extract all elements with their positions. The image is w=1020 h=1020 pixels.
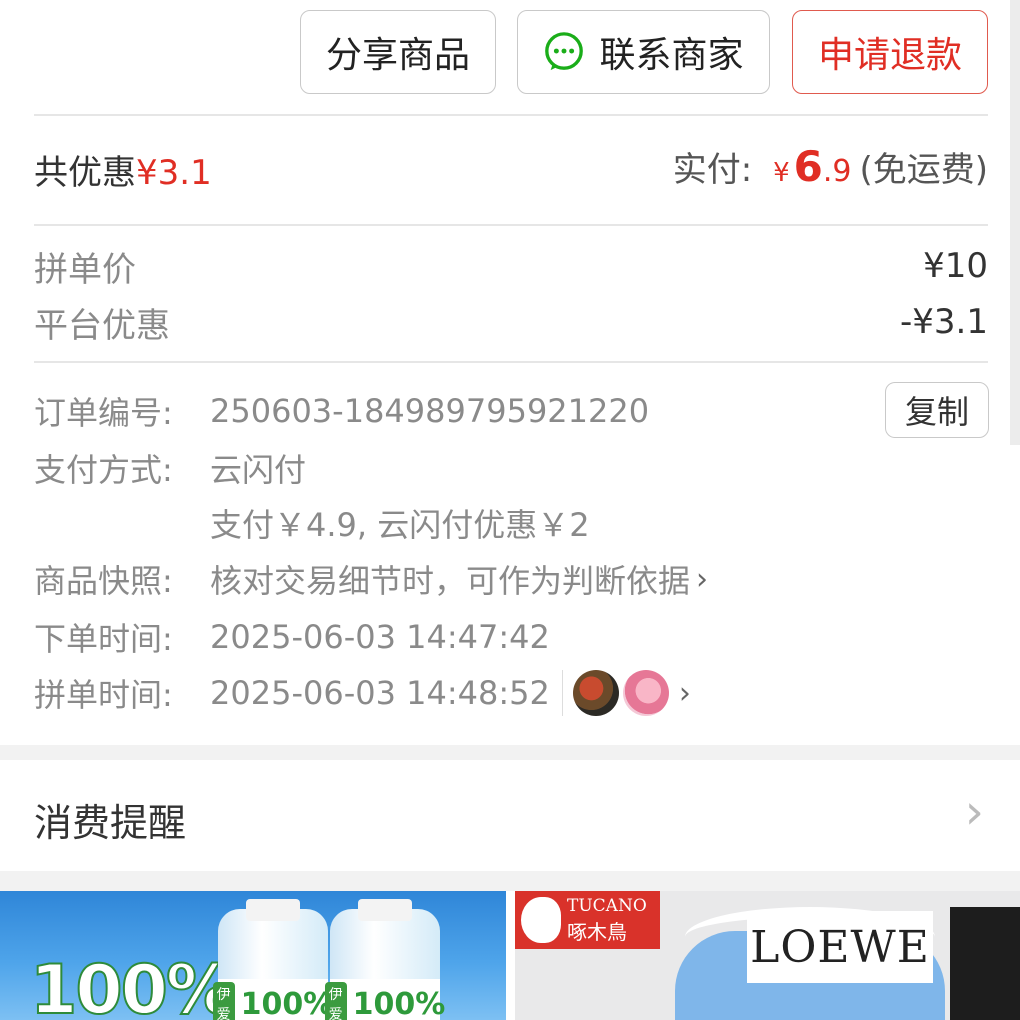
payment-detail-value: 支付￥4.9, 云闪付优惠￥2 [210,506,590,544]
payment-method-row: 支付方式: 云闪付 [34,446,306,490]
copy-order-number-button[interactable]: 复制 [885,382,989,438]
chevron-right-icon: › [696,561,709,597]
actual-paid-label: 实付: [672,150,764,190]
copy-label: 复制 [904,393,969,431]
bottle-brand: 伊爱 [212,982,235,1020]
chevron-right-icon: › [964,784,984,840]
paid-decimal: .9 [822,154,852,189]
shipping-note: (免运费) [859,150,988,190]
water-bottle-image: 伊爱 100% [324,899,445,1020]
divider [34,224,988,226]
total-discount: 共优惠¥3.1 [34,145,212,194]
price-value: ¥10 [923,246,988,286]
snapshot-row[interactable]: 商品快照: 核对交易细节时，可作为判断依据 › [34,557,708,601]
contact-merchant-label: 联系商家 [599,35,744,76]
actual-paid: 实付: ¥6.9 (免运费) [673,142,988,191]
total-discount-amount: ¥3.1 [136,153,212,193]
payment-method-label: 支付方式: [34,451,173,489]
order-time-label: 下单时间: [34,620,173,658]
toucan-icon [521,897,561,943]
request-refund-button[interactable]: 申请退款 [792,10,988,94]
order-detail-card: 分享商品 联系商家 申请退款 共优惠¥3.1 实付: ¥6.9 (免运费) 拼单价… [0,0,1020,745]
price-row-discount: 平台优惠 -¥3.1 [34,300,988,346]
section-gap [0,871,1020,891]
consumption-reminder-row[interactable]: 消费提醒 › [0,760,1020,871]
divider [34,114,988,116]
snapshot-label: 商品快照: [34,562,173,600]
snapshot-link-text[interactable]: 核对交易细节时，可作为判断依据 [210,556,690,602]
reminder-title: 消费提醒 [34,801,187,845]
group-time-row: 拼单时间: 2025-06-03 14:48:52 › [34,670,691,716]
currency-symbol: ¥ [773,158,790,188]
price-row-group: 拼单价 ¥10 [34,244,988,290]
water-bottle-image: 伊爱 100% [212,899,333,1020]
share-product-label: 分享商品 [325,35,470,76]
brand-logo: TUCANO 啄木鳥 [515,891,660,949]
bottle-label: 100% [352,986,446,1020]
total-discount-label: 共优惠 [34,153,136,193]
chat-bubble-icon [545,32,584,71]
bottle-label: 100% [240,986,334,1020]
avatar [572,670,619,716]
price-value: -¥3.1 [900,302,988,342]
price-label: 拼单价 [34,249,136,290]
brand-name-en: TUCANO [567,895,647,916]
payment-method-value: 云闪付 [210,451,307,489]
group-time-label: 拼单时间: [34,676,173,714]
section-gap [0,745,1020,760]
payment-detail-row: 支付￥4.9, 云闪付优惠￥2 [210,501,590,545]
price-label: 平台优惠 [34,305,170,346]
recommended-product-card[interactable]: 100% 伊爱 100% 伊爱 100% [0,891,506,1020]
order-number-row: 订单编号: 250603-184989795921220 [34,389,649,433]
paid-integer: 6 [793,142,823,191]
group-members[interactable]: › [561,670,691,716]
avatar [622,670,669,716]
recommended-product-card[interactable]: LOEWE TUCANO 啄木鳥 [515,891,1020,1020]
share-product-button[interactable]: 分享商品 [300,10,496,94]
order-number-value: 250603-184989795921220 [210,392,650,430]
bottle-brand: 伊爱 [324,982,347,1020]
scrollbar[interactable] [1010,0,1020,445]
product-badge: 100% [29,950,235,1020]
group-time-value: 2025-06-03 14:48:52 [210,674,550,712]
background-shape [950,907,1020,1020]
chevron-right-icon: › [678,675,691,711]
order-time-value: 2025-06-03 14:47:42 [210,618,550,656]
brand-name-cn: 啄木鳥 [567,919,627,944]
order-time-row: 下单时间: 2025-06-03 14:47:42 [34,615,550,659]
divider [34,361,988,363]
request-refund-label: 申请退款 [817,35,962,76]
brand-tag: LOEWE [747,911,933,983]
contact-merchant-button[interactable]: 联系商家 [517,10,770,94]
order-number-label: 订单编号: [34,394,173,432]
